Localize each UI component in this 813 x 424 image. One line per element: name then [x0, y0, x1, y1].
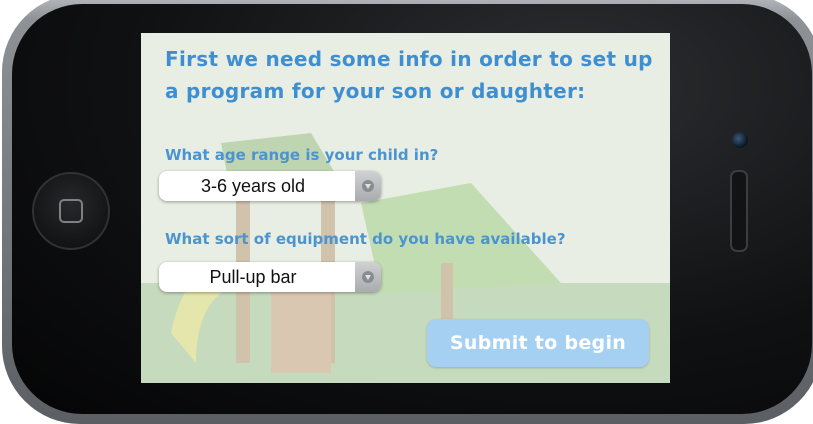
- equipment-dropdown-arrow[interactable]: [355, 262, 381, 292]
- age-range-select[interactable]: 3-6 years old: [159, 171, 381, 201]
- speaker-grille: [730, 170, 748, 252]
- home-square-icon: [59, 199, 83, 223]
- equipment-select[interactable]: Pull-up bar: [159, 262, 381, 292]
- front-camera-icon: [730, 130, 750, 150]
- setup-form: First we need some info in order to set …: [141, 33, 670, 383]
- equipment-value: Pull-up bar: [209, 267, 297, 287]
- chevron-down-icon: [362, 271, 374, 283]
- app-screen: First we need some info in order to set …: [141, 33, 670, 383]
- equipment-label: What sort of equipment do you have avail…: [165, 230, 566, 248]
- age-range-label: What age range is your child in?: [165, 146, 439, 164]
- age-range-dropdown-arrow[interactable]: [355, 171, 381, 201]
- home-button[interactable]: [32, 172, 110, 250]
- chevron-down-icon: [362, 180, 374, 192]
- page-title: First we need some info in order to set …: [165, 47, 653, 103]
- age-range-value: 3-6 years old: [200, 176, 306, 196]
- submit-button[interactable]: Submit to begin: [427, 319, 649, 367]
